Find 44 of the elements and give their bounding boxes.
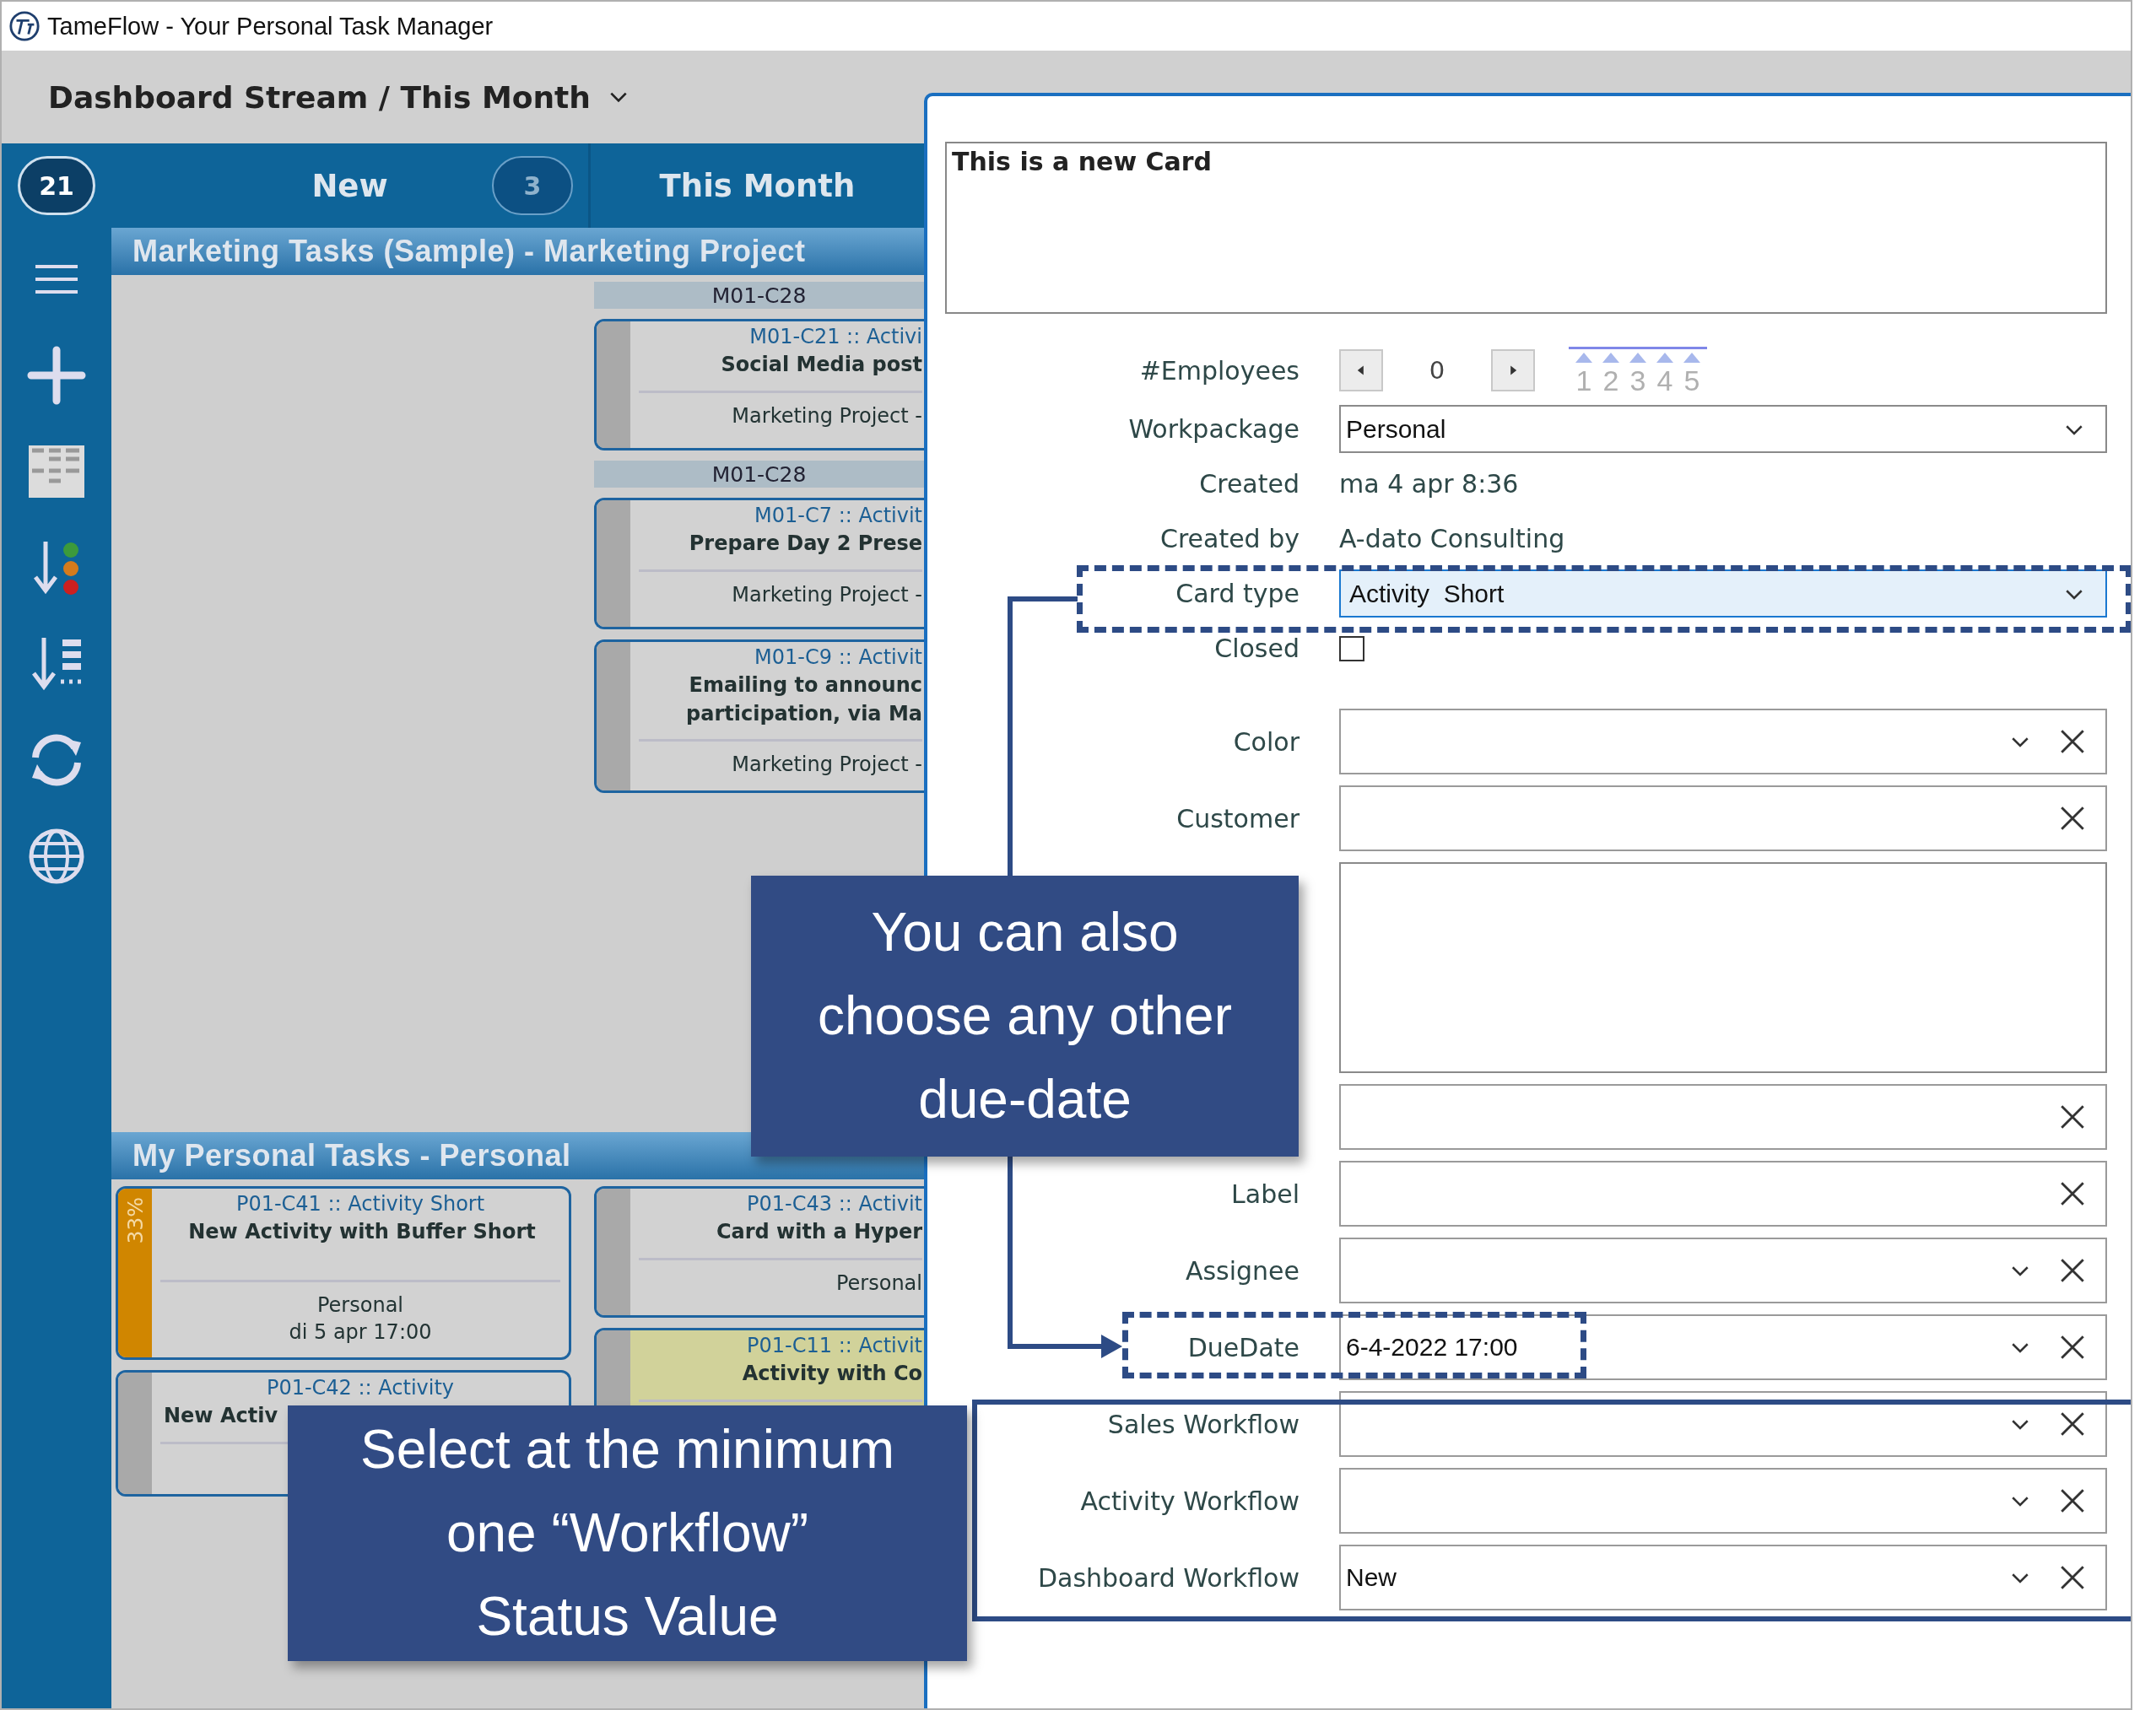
field-value: ma 4 apr 8:36 (1339, 469, 1519, 499)
field-value: A-dato Consulting (1339, 524, 1565, 553)
card-id: P01-C43 :: Activit (747, 1192, 922, 1216)
spinner-value: 0 (1428, 356, 1446, 385)
card-title: New Activity with Buffer Short (187, 1219, 537, 1245)
window-title: TameFlow - Your Personal Task Manager (47, 12, 494, 40)
card-detail: Marketing Project - (732, 402, 922, 429)
card-detail: Marketing Project - (732, 581, 922, 608)
field-label: Dashboard Workflow (1037, 1562, 1300, 1593)
card-title: Emailing to announc participation, via Ma (686, 672, 922, 727)
field-label: Customer (1176, 803, 1300, 833)
field-label: Activity Workflow (1080, 1486, 1300, 1516)
card-detail: Personal (835, 1270, 922, 1297)
field-label: Sales Workflow (1107, 1409, 1300, 1439)
hint-tooltip: Select at the minimum one “Workflow” Status Value (288, 1405, 967, 1661)
field-label: #Employees (1139, 355, 1300, 386)
total-count-badge: 21 (18, 156, 95, 215)
field-label: Closed (1214, 634, 1300, 663)
card-id: P01-C41 :: Activity Short (235, 1192, 485, 1216)
card-title: New Activ (163, 1403, 279, 1430)
card-id: P01-C11 :: Activit (747, 1334, 922, 1357)
field-label: DueDate (1187, 1332, 1300, 1362)
group-header: M01-C28 (594, 282, 924, 309)
card-detail: Marketing Project - (732, 752, 922, 779)
card-detail: Personal di 5 apr 17:00 (289, 1292, 432, 1346)
field-label: Created by (1159, 524, 1300, 553)
field-label: Label (1231, 1179, 1300, 1209)
field-label: Created (1199, 469, 1300, 499)
card-id: P01-C42 :: Activity (266, 1376, 455, 1400)
field-label: Workpackage (1128, 414, 1300, 444)
card-title: Social Media post (721, 352, 922, 378)
card-id: M01-C21 :: Activi (749, 325, 922, 348)
field-label: Assignee (1185, 1255, 1300, 1286)
card-title: Prepare Day 2 Prese (689, 531, 922, 557)
card-title: Card with a Hyper (716, 1219, 922, 1245)
count-badge: 3 (492, 156, 573, 215)
progress-label: 33% (122, 1196, 148, 1244)
card-id: M01-C9 :: Activit (754, 645, 922, 669)
group-header: M01-C28 (594, 461, 924, 488)
field-label: Card type (1175, 579, 1300, 608)
field-label: Color (1233, 726, 1300, 757)
card-title: Activity with Co (742, 1361, 922, 1387)
card-id: M01-C7 :: Activit (754, 504, 922, 527)
hint-tooltip: You can also choose any other due-date (751, 876, 1299, 1157)
